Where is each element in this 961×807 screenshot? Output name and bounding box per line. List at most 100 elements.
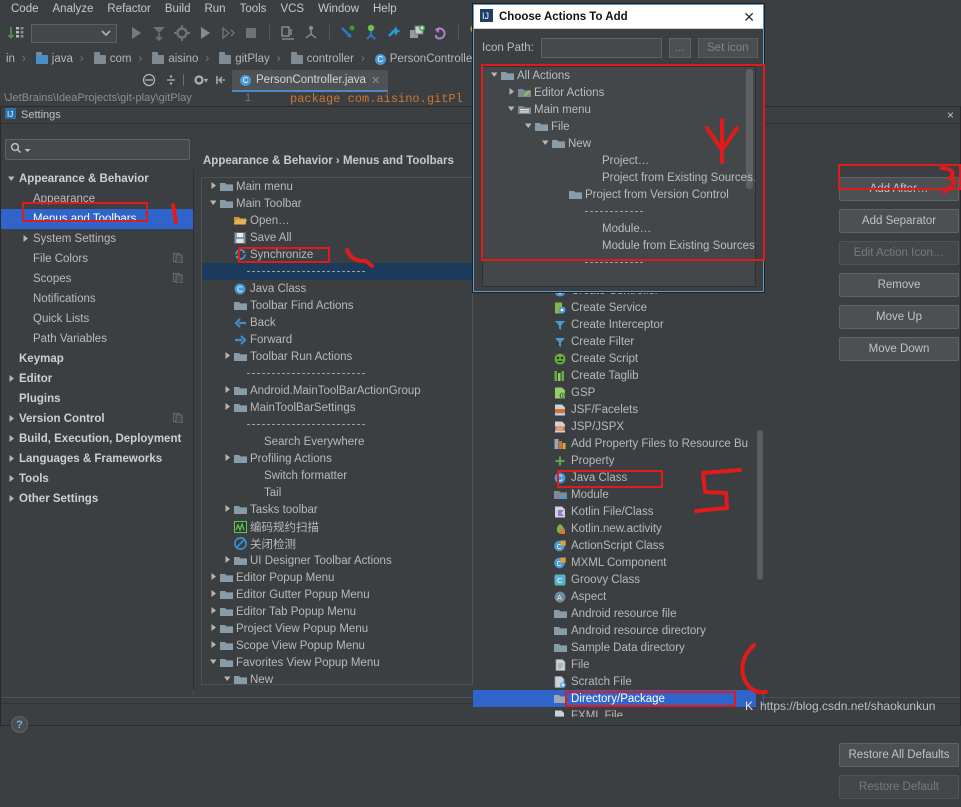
tree-row[interactable]: Android.MainToolBarActionGroup [202, 382, 472, 399]
action-list-item[interactable]: Android resource directory [473, 622, 764, 639]
gear-icon[interactable]: ▾ [192, 73, 210, 90]
breadcrumb-com[interactable]: com › [90, 51, 147, 65]
menu-item-refactor[interactable]: Refactor [100, 3, 157, 15]
tree-row[interactable]: Editor Gutter Popup Menu [202, 586, 472, 603]
tree-row[interactable]: Save All [202, 229, 472, 246]
coverage-icon[interactable] [218, 23, 238, 43]
move-up-button[interactable]: Move Up [839, 305, 959, 329]
breadcrumb-gitplay[interactable]: gitPlay › [215, 51, 284, 65]
tree-row[interactable]: Scope View Popup Menu [202, 637, 472, 654]
move-down-button[interactable]: Move Down [839, 337, 959, 361]
action-list-item[interactable]: Kotlin File/Class [473, 503, 764, 520]
action-list-item[interactable]: JSP JSP/JSPX [473, 418, 764, 435]
tree-row[interactable]: New [202, 671, 472, 684]
chevron-down-icon[interactable] [7, 174, 19, 185]
chevron-right-icon[interactable] [7, 454, 19, 465]
sidebar-item-editor[interactable]: Editor [1, 369, 193, 389]
split-icon[interactable] [164, 73, 178, 90]
profile-icon[interactable] [278, 23, 298, 43]
chooser-tree-row[interactable]: All Actions [483, 67, 755, 84]
editor-tab-personcontroller[interactable]: C PersonController.java ✕ [232, 70, 389, 92]
action-list-item[interactable]: Property [473, 452, 764, 469]
run-icon[interactable] [126, 23, 146, 43]
tree-row[interactable]: C Java Class [202, 280, 472, 297]
chooser-tree-row[interactable]: Project from Existing Sources… [483, 169, 755, 186]
action-list-item[interactable]: Create Interceptor [473, 316, 764, 333]
chevron-right-icon[interactable] [7, 474, 19, 485]
action-list-scrollbar-thumb[interactable] [757, 430, 763, 580]
chevron-right-icon[interactable] [208, 606, 219, 617]
chevron-right-icon[interactable] [222, 504, 233, 515]
sidebar-item-build-execution-deployment[interactable]: Build, Execution, Deployment [1, 429, 193, 449]
sidebar-item-scopes[interactable]: Scopes [1, 269, 193, 289]
chevron-down-icon[interactable] [24, 144, 31, 156]
menu-item-code[interactable]: Code [4, 3, 46, 15]
chooser-tree-row[interactable]: Project from Version Control [483, 186, 755, 203]
tree-row[interactable]: MainToolBarSettings [202, 399, 472, 416]
chevron-down-icon[interactable] [540, 138, 551, 149]
tree-row[interactable]: Back [202, 314, 472, 331]
sidebar-item-plugins[interactable]: Plugins [1, 389, 193, 409]
sidebar-item-appearance-behavior[interactable]: Appearance & Behavior [1, 169, 193, 189]
menu-item-tools[interactable]: Tools [233, 3, 274, 15]
settings-nav-tree[interactable]: Appearance & Behavior Appearance Menus and… [1, 169, 193, 689]
add-after-button[interactable]: Add After… [839, 177, 959, 201]
tree-row[interactable]: Toolbar Find Actions [202, 297, 472, 314]
chevron-down-icon[interactable] [523, 121, 534, 132]
action-list-item[interactable]: C MXML Component [473, 554, 764, 571]
chevron-right-icon[interactable] [208, 589, 219, 600]
structure-icon[interactable] [301, 23, 321, 43]
icon-path-input[interactable] [540, 38, 662, 58]
chevron-right-icon[interactable] [222, 555, 233, 566]
action-list-item[interactable]: Kotlin.new.activity [473, 520, 764, 537]
tree-row[interactable]: Tail [202, 484, 472, 501]
action-list-item[interactable]: Create Script [473, 350, 764, 367]
sidebar-item-appearance[interactable]: Appearance [1, 189, 193, 209]
breadcrumb-java[interactable]: java › [32, 51, 88, 65]
close-icon[interactable]: ✕ [743, 9, 755, 26]
tree-row[interactable]: Favorites View Popup Menu [202, 654, 472, 671]
menu-item-vcs[interactable]: VCS [273, 3, 311, 15]
sidebar-item-notifications[interactable]: Notifications [1, 289, 193, 309]
tree-row[interactable]: Switch formatter [202, 467, 472, 484]
chevron-right-icon[interactable] [208, 640, 219, 651]
menu-item-window[interactable]: Window [311, 3, 366, 15]
sidebar-item-file-colors[interactable]: File Colors [1, 249, 193, 269]
chevron-right-icon[interactable] [222, 453, 233, 464]
action-list-item[interactable]: Android resource file [473, 605, 764, 622]
sidebar-item-path-variables[interactable]: Path Variables [1, 329, 193, 349]
vcs-push-icon[interactable] [384, 23, 404, 43]
vcs-update-icon[interactable] [338, 23, 358, 43]
breadcrumb-in[interactable]: in › [2, 53, 30, 65]
sidebar-item-languages-frameworks[interactable]: Languages & Frameworks [1, 449, 193, 469]
action-list-item[interactable]: Create Filter [473, 333, 764, 350]
tree-row[interactable]: Main menu [202, 178, 472, 195]
action-list-item[interactable]: A Aspect [473, 588, 764, 605]
action-list-item[interactable]: G GSP [473, 384, 764, 401]
remove-button[interactable]: Remove [839, 273, 959, 297]
chevron-right-icon[interactable] [21, 234, 33, 245]
action-list-item[interactable]: Create Service [473, 299, 764, 316]
undo-icon[interactable] [430, 23, 450, 43]
restore-all-defaults-button[interactable]: Restore All Defaults [839, 743, 959, 767]
chooser-tree-row[interactable]: Project… [483, 152, 755, 169]
search-input[interactable] [5, 139, 190, 160]
action-list-item[interactable]: Create Taglib [473, 367, 764, 384]
sidebar-item-system-settings[interactable]: System Settings [1, 229, 193, 249]
vcs-diff-icon[interactable] [407, 23, 427, 43]
tree-row[interactable]: Profiling Actions [202, 450, 472, 467]
set-icon-button[interactable]: Set icon [697, 38, 758, 58]
run-config-combo[interactable] [31, 23, 117, 43]
chooser-actions-tree[interactable]: All Actions Editor Actions Main menu File Ne… [482, 66, 756, 287]
action-list[interactable]: Create DomainCreate ControllerCreate Ser… [473, 265, 764, 717]
menus-toolbars-tree[interactable]: Main menu Main Toolbar Open… Save All Synchr… [201, 177, 473, 685]
close-icon[interactable]: ✕ [371, 74, 380, 87]
tree-row[interactable]: Forward [202, 331, 472, 348]
chevron-right-icon[interactable] [222, 402, 233, 413]
tree-row[interactable]: 关闭检测 [202, 535, 472, 552]
menu-item-build[interactable]: Build [158, 3, 198, 15]
tree-row[interactable]: 编码规约扫描 [202, 518, 472, 535]
tree-row[interactable]: Main Toolbar [202, 195, 472, 212]
sidebar-item-other-settings[interactable]: Other Settings [1, 489, 193, 509]
sidebar-item-menus-and-toolbars[interactable]: Menus and Toolbars [1, 209, 193, 229]
